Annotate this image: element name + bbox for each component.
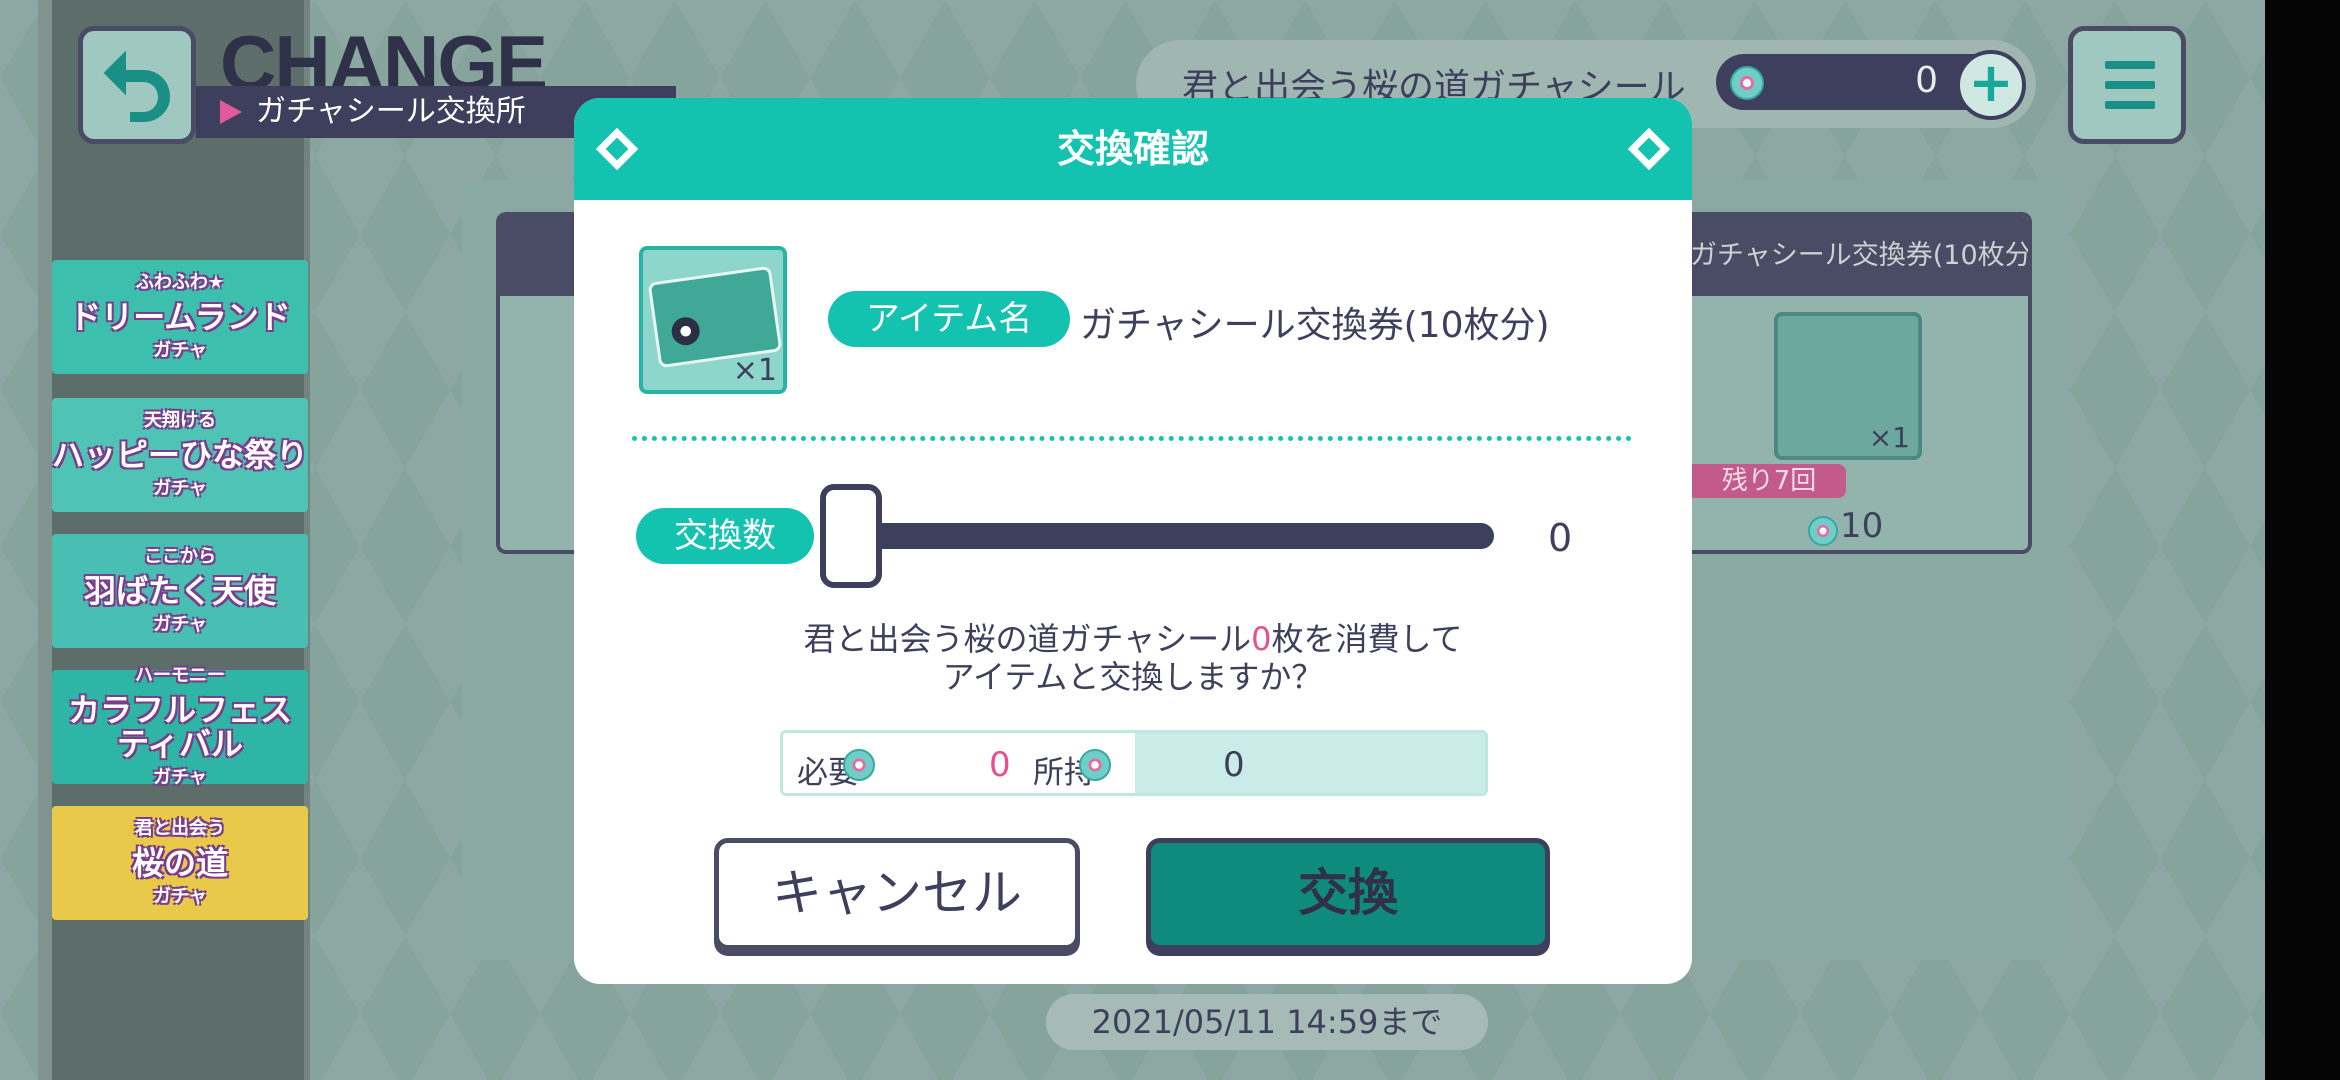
required-value: 0 [989, 745, 1011, 785]
gacha-banner-hinamatsuri[interactable]: 天翔ける ハッピーひな祭り ガチャ [52, 398, 308, 512]
gacha-seal-coin-icon [1730, 66, 1764, 100]
cost-summary: 必要 0 所持 0 [780, 730, 1488, 796]
ticket-quantity: ×1 [1868, 421, 1910, 454]
item-name: ガチャシール交換券(10枚分) [1080, 305, 1550, 346]
item-name-label: アイテム名 [828, 291, 1070, 347]
screen-edge [2265, 0, 2340, 1080]
remaining-badge: 残り7回 [1692, 464, 1846, 498]
gacha-banner-sakura[interactable]: 君と出会う 桜の道 ガチャ [52, 806, 308, 920]
menu-icon [2105, 101, 2155, 109]
currency-count: 0 [1915, 60, 1938, 101]
price-value: 10 [1840, 506, 1884, 546]
cancel-button[interactable]: キャンセル [714, 838, 1080, 950]
back-arrow-icon [103, 50, 171, 122]
owned-coin-icon [1079, 749, 1111, 781]
back-button[interactable] [78, 26, 196, 144]
add-currency-button[interactable]: + [1956, 50, 2026, 120]
menu-icon [2105, 81, 2155, 89]
menu-button[interactable] [2068, 26, 2186, 144]
quantity-slider-track[interactable] [824, 523, 1494, 549]
dialog-title: 交換確認 [574, 98, 1692, 200]
gacha-banner-angel[interactable]: ここから 羽ばたく天使 ガチャ [52, 534, 308, 648]
menu-icon [2105, 61, 2155, 69]
exchange-card-title: ガチャシール交換券(10枚分) [1690, 216, 2028, 296]
divider [632, 436, 1632, 441]
item-thumbnail: ×1 [639, 246, 787, 394]
gacha-banner-colorful-festival[interactable]: ハーモニー カラフルフェスティバル ガチャ [52, 665, 308, 788]
required-coin-icon [843, 749, 875, 781]
confirm-message: 君と出会う桜の道ガチャシール0枚を消費して アイテムと交換しますか？ [803, 620, 1463, 696]
exchange-button[interactable]: 交換 [1146, 838, 1550, 950]
exchange-card[interactable]: ガチャシール交換券(10枚分) ×1 [1690, 212, 2032, 554]
gacha-banner-dreamland[interactable]: ふわふわ★ ドリームランド ガチャ [52, 260, 308, 374]
ticket-thumbnail: ×1 [1774, 312, 1922, 460]
item-quantity: ×1 [732, 353, 777, 388]
quantity-slider-handle[interactable] [820, 484, 882, 588]
exchange-confirm-dialog: 交換確認 ×1 アイテム名 ガチャシール交換券(10枚分) 交換数 0 君と出会… [574, 98, 1692, 984]
owned-value: 0 [1223, 745, 1245, 785]
quantity-label: 交換数 [636, 508, 814, 564]
consume-count: 0 [1251, 620, 1272, 658]
deadline-label: 2021/05/11 14:59まで [1046, 994, 1488, 1050]
quantity-value: 0 [1548, 516, 1573, 560]
